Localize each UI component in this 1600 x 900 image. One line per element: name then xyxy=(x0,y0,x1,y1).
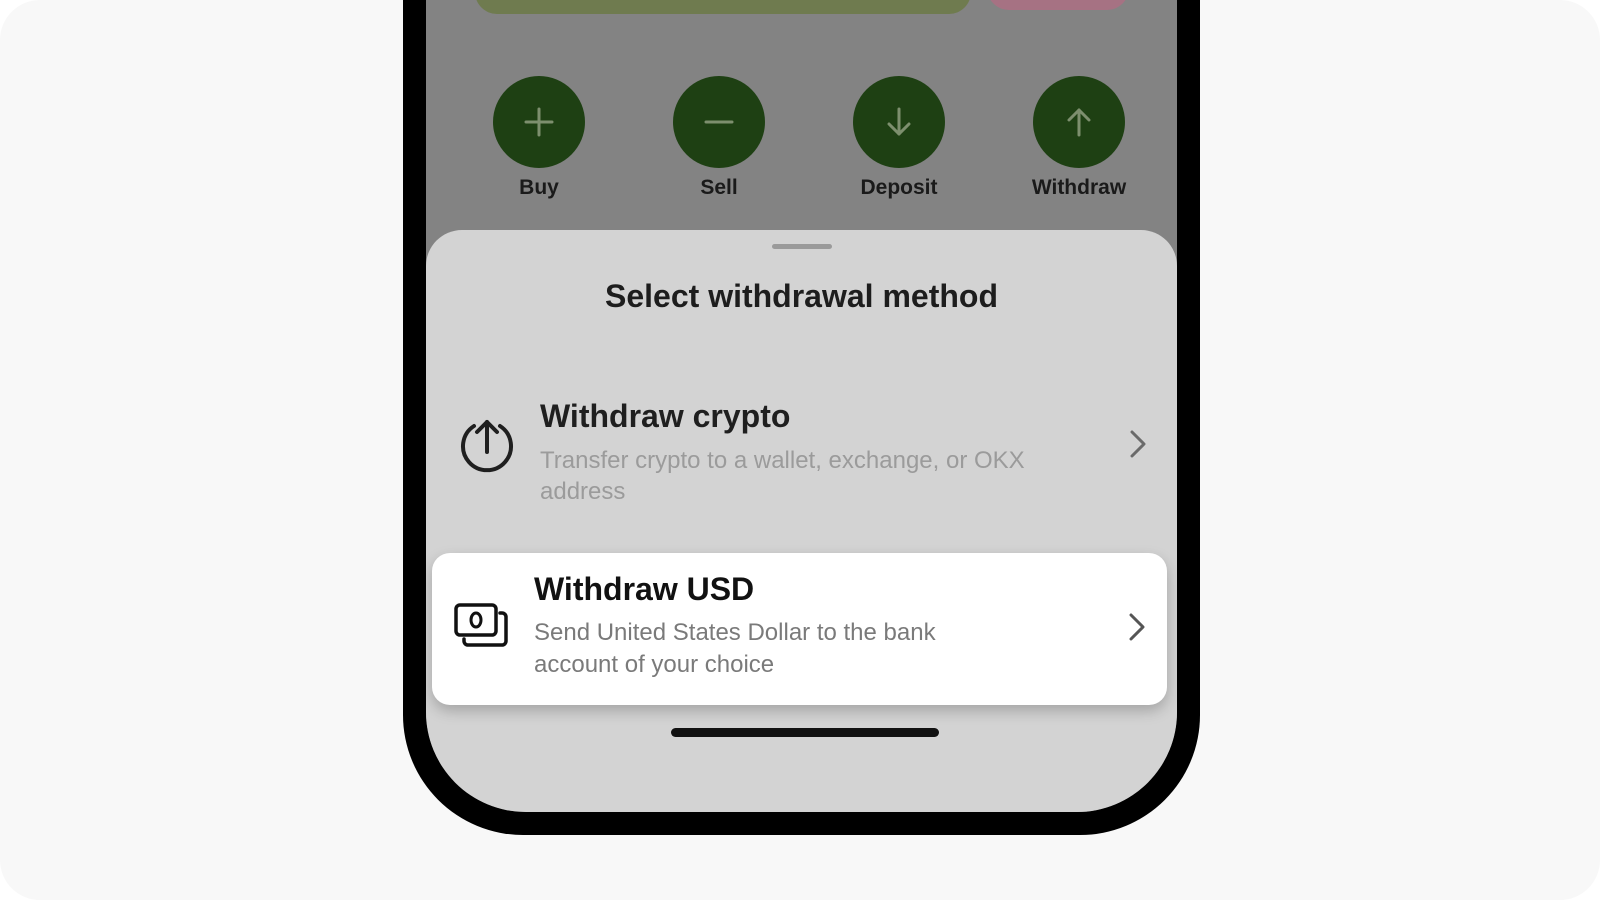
screenshot-frame: Buy Sell Deposit Withdraw Select withdra… xyxy=(0,0,1600,900)
minus-icon xyxy=(704,120,734,124)
buy-button[interactable] xyxy=(493,76,585,168)
withdraw-usd-description: Send United States Dollar to the bank ac… xyxy=(534,619,936,678)
withdraw-crypto-title: Withdraw crypto xyxy=(540,398,791,434)
deposit-action[interactable]: Deposit xyxy=(839,76,959,200)
sheet-title: Select withdrawal method xyxy=(605,278,998,314)
phone-device: Buy Sell Deposit Withdraw Select withdra… xyxy=(403,0,1200,835)
sell-button[interactable] xyxy=(673,76,765,168)
withdraw-usd-title: Withdraw USD xyxy=(534,571,755,607)
withdraw-usd-option[interactable]: Withdraw USD Send United States Dollar t… xyxy=(432,553,1167,705)
withdraw-label: Withdraw xyxy=(1031,176,1127,199)
sell-action[interactable]: Sell xyxy=(659,76,779,200)
home-indicator[interactable] xyxy=(671,728,939,737)
sell-label: Sell xyxy=(700,176,738,199)
withdraw-crypto-option[interactable]: Withdraw crypto Transfer crypto to a wal… xyxy=(436,380,1166,510)
withdraw-action[interactable]: Withdraw xyxy=(1019,76,1139,200)
arrow-down-icon xyxy=(887,107,911,136)
chevron-right-icon xyxy=(1129,613,1145,641)
upload-circle-icon xyxy=(461,420,513,473)
withdraw-button[interactable] xyxy=(1033,76,1125,168)
plus-icon xyxy=(524,107,554,137)
deposit-button[interactable] xyxy=(853,76,945,168)
buy-action[interactable]: Buy xyxy=(479,76,599,200)
primary-banner-bar[interactable] xyxy=(475,0,971,14)
withdraw-crypto-description: Transfer crypto to a wallet, exchange, o… xyxy=(540,447,1025,505)
quick-actions: Buy Sell Deposit Withdraw xyxy=(426,76,1177,206)
secondary-banner-bar[interactable] xyxy=(987,0,1129,10)
deposit-label: Deposit xyxy=(860,176,938,199)
withdrawal-method-sheet: Select withdrawal method Withdraw crypto… xyxy=(426,230,1177,812)
cash-stack-icon xyxy=(454,603,508,647)
buy-label: Buy xyxy=(519,176,559,199)
chevron-right-icon xyxy=(1130,430,1146,458)
arrow-up-icon xyxy=(1067,108,1091,137)
sheet-grabber[interactable] xyxy=(772,244,832,249)
